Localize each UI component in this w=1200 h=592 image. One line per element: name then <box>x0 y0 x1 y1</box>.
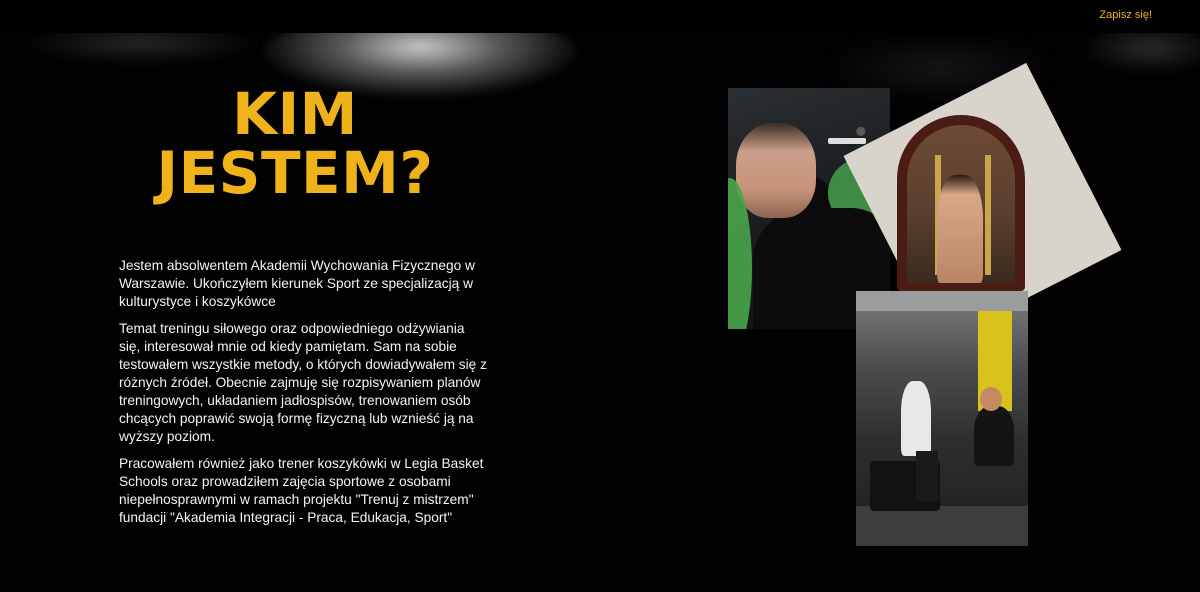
trainers-photo <box>856 291 1028 546</box>
smoke-decoration <box>20 33 260 63</box>
section-title: KIM JESTEM? <box>110 85 480 203</box>
bio-paragraph: Jestem absolwentem Akademii Wychowania F… <box>119 258 475 309</box>
gym-ceiling <box>856 291 1028 311</box>
title-line: KIM <box>232 80 358 148</box>
mirror-glass <box>907 125 1015 283</box>
bio-paragraph: Pracowałem również jako trener koszykówk… <box>119 456 484 525</box>
athlete-head <box>736 123 816 218</box>
trainer-head <box>980 387 1002 411</box>
smoke-decoration <box>1080 33 1200 73</box>
title-line: JESTEM? <box>156 139 434 207</box>
top-bar: Zapisz się! <box>0 0 1200 33</box>
trainer-figure <box>901 381 931 456</box>
ceiling-light <box>828 138 866 144</box>
signup-link[interactable]: Zapisz się! <box>1099 9 1152 21</box>
person-figure <box>937 175 983 283</box>
gym-floor <box>856 506 1028 546</box>
about-section: KIM JESTEM? Jestem absolwentem Akademii … <box>0 33 1200 592</box>
bio-text: Jestem absolwentem Akademii Wychowania F… <box>119 257 489 536</box>
mirror-selfie-photo <box>897 115 1025 293</box>
trainer-figure <box>974 406 1014 466</box>
trainer-legs <box>916 451 938 501</box>
locker-stripe <box>985 155 991 275</box>
bio-paragraph: Temat treningu siłowego oraz odpowiednie… <box>119 321 487 444</box>
